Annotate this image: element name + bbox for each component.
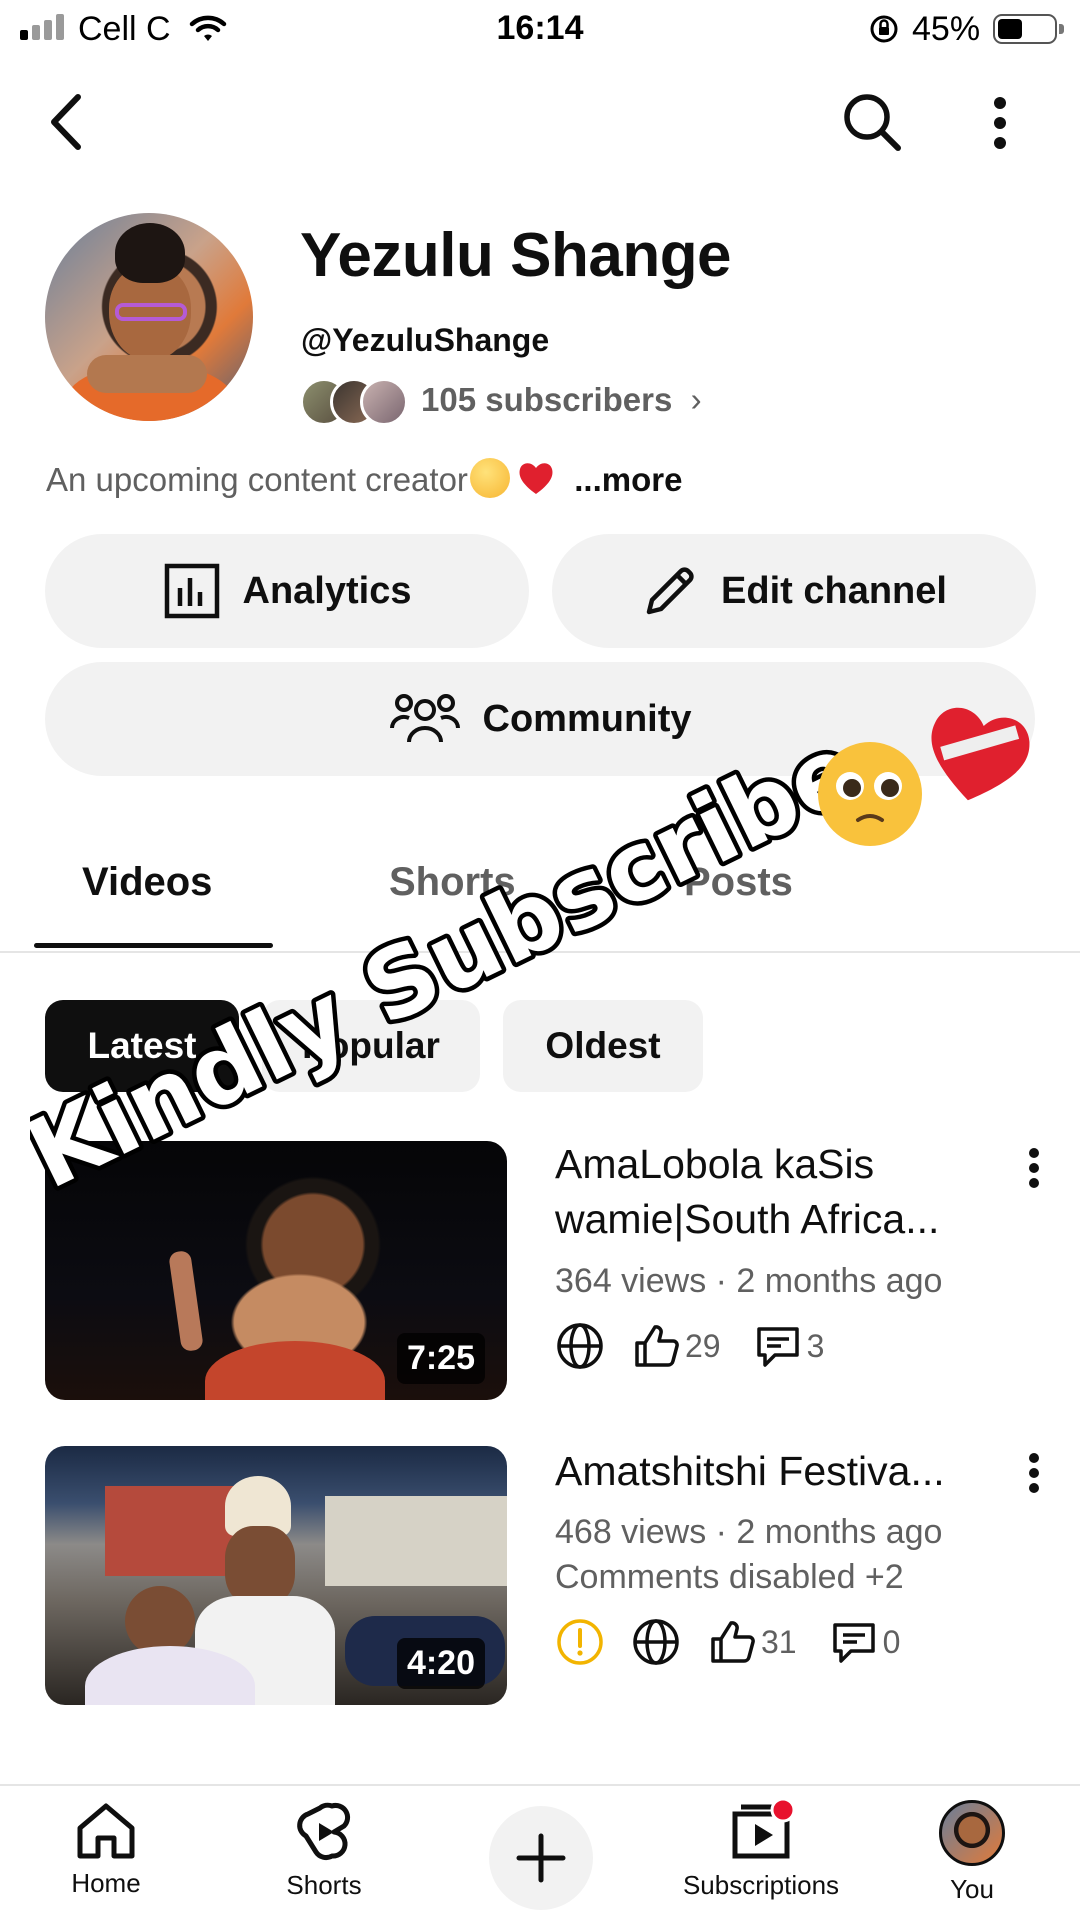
- bottom-nav-divider: [0, 1784, 1080, 1786]
- chip-oldest[interactable]: Oldest: [503, 1000, 703, 1092]
- tab-videos[interactable]: Videos: [82, 860, 212, 905]
- active-tab-indicator: [34, 943, 273, 948]
- video-title[interactable]: Amatshitshi Festiva...: [555, 1444, 995, 1499]
- video-meta: 364 views · 2 months ago: [555, 1262, 943, 1300]
- comment-count: 0: [882, 1623, 901, 1660]
- video-duration: 4:20: [396, 1638, 485, 1689]
- community-icon: [389, 694, 460, 743]
- nav-subscriptions[interactable]: Subscriptions: [666, 1800, 856, 1901]
- edit-channel-button[interactable]: Edit channel: [552, 534, 1036, 648]
- subscriber-avatars: [300, 378, 410, 426]
- comment-count: 3: [806, 1327, 825, 1364]
- community-label: Community: [482, 697, 692, 740]
- more-options-button[interactable]: [978, 90, 1022, 156]
- thumbs-up-icon: [711, 1621, 755, 1663]
- thumbs-up-icon: [635, 1325, 679, 1367]
- shorts-icon: [297, 1802, 351, 1861]
- globe-icon: [557, 1323, 603, 1369]
- video-thumbnail[interactable]: 4:20: [45, 1446, 507, 1705]
- vertical-dots-icon: [994, 97, 1006, 149]
- tab-shorts[interactable]: Shorts: [389, 860, 516, 905]
- search-button[interactable]: [838, 88, 906, 156]
- nav-label: Home: [71, 1868, 141, 1898]
- home-icon: [77, 1803, 135, 1859]
- vertical-dots-icon: [1029, 1148, 1039, 1188]
- avatar: [939, 1800, 1005, 1866]
- description-text: An upcoming content creator: [46, 461, 468, 498]
- video-thumbnail[interactable]: 7:25: [45, 1141, 507, 1400]
- plus-icon: [516, 1833, 566, 1883]
- analytics-icon: [164, 563, 219, 619]
- video-title[interactable]: AmaLobola kaSis wamie|South Africa...: [555, 1137, 995, 1247]
- rotation-lock-icon: [870, 15, 898, 43]
- like-count: 31: [761, 1623, 797, 1660]
- nav-shorts[interactable]: Shorts: [234, 1800, 414, 1901]
- chevron-right-icon: ›: [681, 381, 702, 418]
- warning-icon: [557, 1619, 603, 1665]
- tab-posts[interactable]: Posts: [684, 860, 793, 905]
- globe-icon: [633, 1619, 679, 1665]
- channel-avatar[interactable]: [45, 213, 253, 421]
- more-link[interactable]: ...more: [574, 461, 682, 498]
- video-meta: 468 views · 2 months ago: [555, 1513, 943, 1551]
- video-stats: 29 3: [555, 1321, 858, 1371]
- nav-home[interactable]: Home: [16, 1800, 196, 1899]
- video-more-button[interactable]: [1018, 1146, 1050, 1190]
- edit-channel-label: Edit channel: [721, 569, 947, 612]
- analytics-label: Analytics: [242, 569, 412, 612]
- subscriptions-icon: [732, 1800, 795, 1859]
- pleading-face-emoji: [469, 458, 510, 498]
- video-restrictions: Comments disabled +2: [555, 1558, 904, 1596]
- sticker-text: Kindly Subscribe: [30, 712, 876, 1211]
- chip-latest[interactable]: Latest: [45, 1000, 239, 1092]
- nav-label: You: [950, 1874, 994, 1904]
- battery-percent: 45%: [912, 10, 981, 48]
- video-stats: 31 0: [555, 1617, 934, 1667]
- comment-icon: [756, 1327, 799, 1367]
- community-button[interactable]: Community: [45, 662, 1035, 776]
- chip-popular[interactable]: Popular: [262, 1000, 480, 1092]
- red-heart-emoji: [519, 463, 553, 494]
- vertical-dots-icon: [1029, 1453, 1039, 1493]
- battery-icon: [993, 14, 1064, 44]
- back-button[interactable]: [38, 90, 94, 154]
- video-duration: 7:25: [396, 1333, 485, 1384]
- nav-label: Subscriptions: [682, 1870, 840, 1900]
- channel-name: Yezulu Shange: [300, 221, 732, 290]
- tabs-divider: [0, 951, 1080, 953]
- chevron-left-icon: [51, 94, 81, 150]
- subscriber-count: 105 subscribers: [421, 381, 673, 418]
- channel-handle: @YezuluShange: [301, 322, 550, 358]
- create-button[interactable]: [489, 1806, 593, 1910]
- status-bar: Cell C 16:14 45%: [0, 0, 1080, 58]
- nav-you[interactable]: You: [882, 1800, 1062, 1905]
- subscriber-count-link[interactable]: 105 subscribers ›: [421, 381, 702, 419]
- analytics-button[interactable]: Analytics: [45, 534, 529, 648]
- search-icon: [844, 94, 901, 151]
- like-count: 29: [685, 1327, 721, 1364]
- video-more-button[interactable]: [1018, 1451, 1050, 1495]
- channel-description[interactable]: An upcoming content creator ...more: [46, 458, 682, 499]
- pencil-icon: [646, 567, 694, 615]
- nav-label: Shorts: [286, 1870, 362, 1900]
- comment-icon: [832, 1623, 875, 1663]
